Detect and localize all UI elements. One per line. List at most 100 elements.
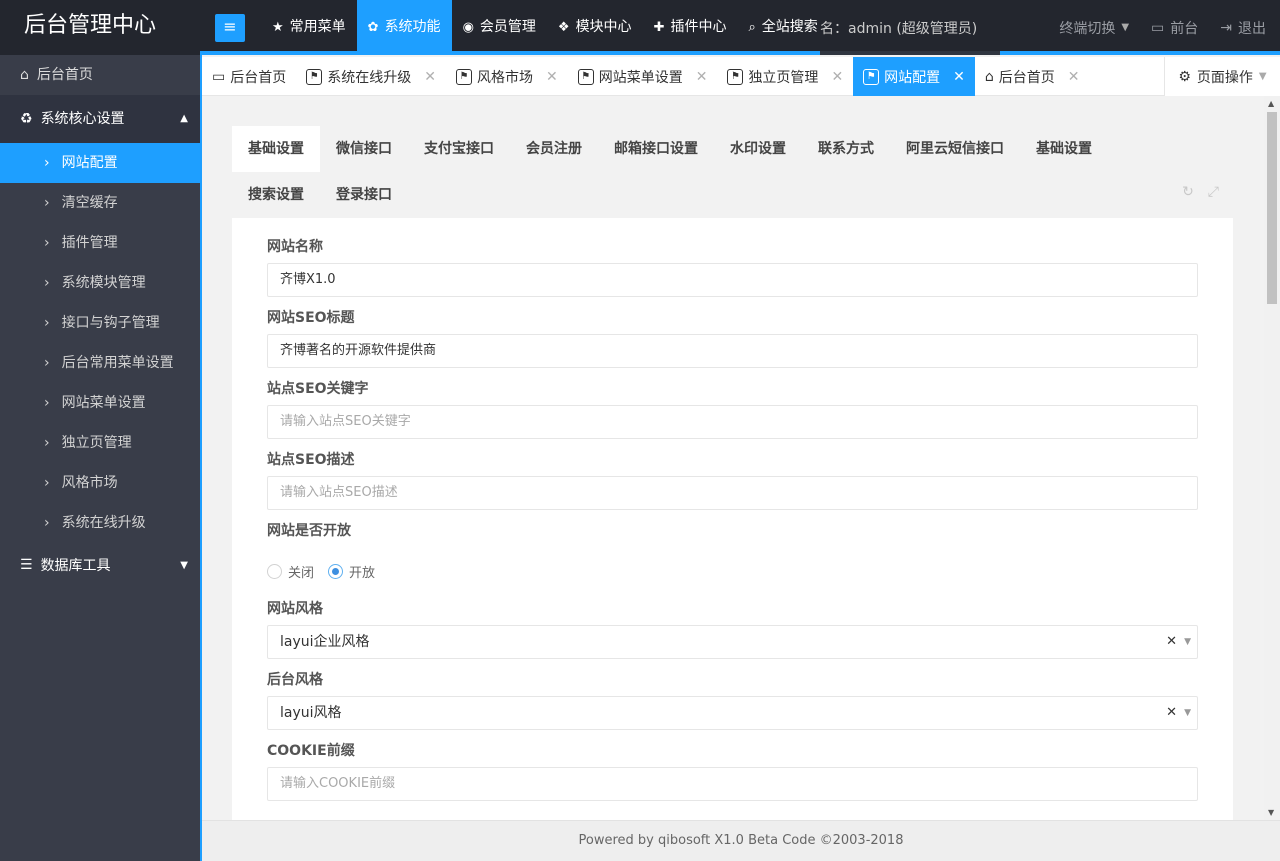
- flag-icon: ⚑: [577, 68, 594, 85]
- sidebar-item-styles[interactable]: › 风格市场: [0, 463, 200, 503]
- top-nav: ★ 常用菜单 ✿ 系统功能 ◉ 会员管理 ❖ 模块中心 ✚ 插件中心 ⌕ 全站搜索: [261, 0, 829, 55]
- topnav-search[interactable]: ⌕ 全站搜索: [737, 0, 828, 55]
- sidebar-item-modules[interactable]: › 系统模块管理: [0, 263, 200, 303]
- logout-link[interactable]: ⇥ 退出: [1220, 18, 1266, 38]
- scrollbar-thumb[interactable]: [1267, 112, 1277, 304]
- tab-site-config[interactable]: ⚑ 网站配置 ✕: [853, 57, 975, 96]
- tab-login[interactable]: 登录接口: [320, 172, 408, 218]
- topnav-common-menu[interactable]: ★ 常用菜单: [261, 0, 357, 55]
- chevron-right-icon: ›: [44, 315, 50, 331]
- sidebar-item-home[interactable]: ⌂ 后台首页: [0, 55, 200, 95]
- tab-search[interactable]: 搜索设置: [232, 172, 320, 218]
- terminal-switch-dropdown[interactable]: 终端切换 ▼: [1059, 18, 1129, 38]
- chevron-right-icon: ›: [44, 475, 50, 491]
- page-operations-dropdown[interactable]: ⚙ 页面操作 ▼: [1164, 57, 1280, 96]
- user-circle-icon: ◉: [462, 20, 474, 35]
- close-icon[interactable]: ✕: [831, 69, 843, 85]
- tab-basic[interactable]: 基础设置: [232, 126, 320, 172]
- config-tabs: 基础设置 微信接口 支付宝接口 会员注册 邮箱接口设置 水印设置 联系方式 阿里…: [232, 126, 1233, 218]
- chevron-right-icon: ›: [44, 155, 50, 171]
- topnav-members[interactable]: ◉ 会员管理: [452, 0, 547, 55]
- topnav-modules[interactable]: ❖ 模块中心: [547, 0, 643, 55]
- puzzle-icon: ✚: [653, 20, 665, 35]
- admin-style-label: 后台风格: [267, 672, 323, 688]
- site-style-label: 网站风格: [267, 601, 323, 617]
- sidebar-item-plugins[interactable]: › 插件管理: [0, 223, 200, 263]
- sidebar-item-hooks[interactable]: › 接口与钩子管理: [0, 303, 200, 343]
- card-tools: ↻ ⤢: [1182, 184, 1219, 200]
- search-icon: ⌕: [748, 20, 756, 35]
- cookie-prefix-input[interactable]: 请输入COOKIE前缀: [267, 767, 1198, 801]
- topnav-system[interactable]: ✿ 系统功能: [356, 0, 452, 55]
- tab-upgrade[interactable]: ⚑ 系统在线升级 ✕: [296, 57, 446, 96]
- monitor-icon: ▭: [212, 68, 226, 85]
- seo-desc-label: 站点SEO描述: [267, 452, 355, 468]
- caret-down-icon: ▼: [1184, 637, 1191, 647]
- sidebar-item-site-config[interactable]: › 网站配置: [0, 143, 200, 183]
- sidebar-item-clear-cache[interactable]: › 清空缓存: [0, 183, 200, 223]
- tab-contact[interactable]: 联系方式: [802, 126, 890, 172]
- scroll-up-icon[interactable]: ▲: [1268, 99, 1274, 108]
- chevron-right-icon: ›: [44, 195, 50, 211]
- close-icon[interactable]: ✕: [953, 69, 965, 85]
- sidebar-group-core[interactable]: ♻ 系统核心设置 ▲: [0, 95, 200, 143]
- flag-icon: ⚑: [306, 68, 323, 85]
- radio-circle-icon: [267, 563, 282, 579]
- tab-site-menu[interactable]: ⚑ 网站菜单设置 ✕: [568, 57, 718, 96]
- frontend-link[interactable]: ▭ 前台: [1151, 18, 1198, 38]
- caret-down-icon: ▼: [1258, 71, 1267, 82]
- caret-down-icon: ▼: [1184, 708, 1191, 718]
- close-icon[interactable]: ✕: [1068, 69, 1080, 85]
- site-open-label: 网站是否开放: [267, 523, 351, 539]
- config-form: 网站名称 齐博X1.0 网站SEO标题 齐博著名的开源软件提供商 站点SEO关键…: [232, 218, 1233, 801]
- sidebar-item-admin-menu[interactable]: › 后台常用菜单设置: [0, 343, 200, 383]
- tab-home[interactable]: ▭ 后台首页: [202, 57, 296, 96]
- user-name[interactable]: 名：admin (超级管理员): [820, 18, 977, 38]
- tab-register[interactable]: 会员注册: [510, 126, 598, 172]
- tab-pages[interactable]: ⚑ 独立页管理 ✕: [717, 57, 853, 96]
- site-name-input[interactable]: 齐博X1.0: [267, 263, 1198, 297]
- tab-wechat[interactable]: 微信接口: [320, 126, 408, 172]
- fullscreen-icon[interactable]: ⤢: [1208, 184, 1219, 200]
- site-open-radios: 关闭 开放: [267, 554, 1198, 588]
- menu-icon: ≡: [223, 17, 237, 36]
- tab-basic-2[interactable]: 基础设置: [1020, 126, 1108, 172]
- site-style-select[interactable]: layui企业风格 ✕ ▼: [267, 625, 1198, 659]
- seo-title-input[interactable]: 齐博著名的开源软件提供商: [267, 334, 1198, 368]
- close-icon[interactable]: ✕: [424, 69, 436, 85]
- tab-email[interactable]: 邮箱接口设置: [598, 126, 714, 172]
- tab-home-2[interactable]: ⌂ 后台首页 ✕: [975, 57, 1090, 96]
- site-open-off-radio[interactable]: 关闭: [267, 562, 314, 581]
- tab-aliyun-sms[interactable]: 阿里云短信接口: [890, 126, 1020, 172]
- scroll-down-icon[interactable]: ▼: [1268, 808, 1274, 817]
- sidebar-item-pages[interactable]: › 独立页管理: [0, 423, 200, 463]
- monitor-icon: ▭: [1151, 19, 1165, 36]
- tab-alipay[interactable]: 支付宝接口: [408, 126, 510, 172]
- tab-watermark[interactable]: 水印设置: [714, 126, 802, 172]
- recycle-icon: ♻: [20, 111, 33, 127]
- site-open-on-radio[interactable]: 开放: [328, 562, 375, 581]
- sidebar-item-site-menu[interactable]: › 网站菜单设置: [0, 383, 200, 423]
- main-content: 基础设置 微信接口 支付宝接口 会员注册 邮箱接口设置 水印设置 联系方式 阿里…: [202, 96, 1264, 820]
- refresh-icon[interactable]: ↻: [1182, 184, 1194, 200]
- vertical-scrollbar[interactable]: ▲ ▼: [1264, 96, 1280, 820]
- admin-style-select[interactable]: layui风格 ✕ ▼: [267, 696, 1198, 730]
- seo-desc-input[interactable]: 请输入站点SEO描述: [267, 476, 1198, 510]
- clear-icon[interactable]: ✕: [1166, 697, 1177, 729]
- flag-icon: ⚑: [455, 68, 472, 85]
- cookie-prefix-label: COOKIE前缀: [267, 743, 355, 759]
- seo-keywords-input[interactable]: 请输入站点SEO关键字: [267, 405, 1198, 439]
- caret-down-icon: ▼: [1121, 22, 1130, 33]
- sidebar-group-db[interactable]: ☰ 数据库工具 ▼: [0, 543, 200, 587]
- chevron-right-icon: ›: [44, 355, 50, 371]
- topnav-plugins[interactable]: ✚ 插件中心: [643, 0, 738, 55]
- chevron-right-icon: ›: [44, 395, 50, 411]
- close-icon[interactable]: ✕: [546, 69, 558, 85]
- home-icon: ⌂: [20, 67, 29, 83]
- seo-keywords-label: 站点SEO关键字: [267, 381, 369, 397]
- tab-styles[interactable]: ⚑ 风格市场 ✕: [446, 57, 568, 96]
- close-icon[interactable]: ✕: [696, 69, 708, 85]
- clear-icon[interactable]: ✕: [1166, 626, 1177, 658]
- sidebar-item-upgrade[interactable]: › 系统在线升级: [0, 503, 200, 543]
- sidebar-toggle-button[interactable]: ≡: [215, 14, 245, 42]
